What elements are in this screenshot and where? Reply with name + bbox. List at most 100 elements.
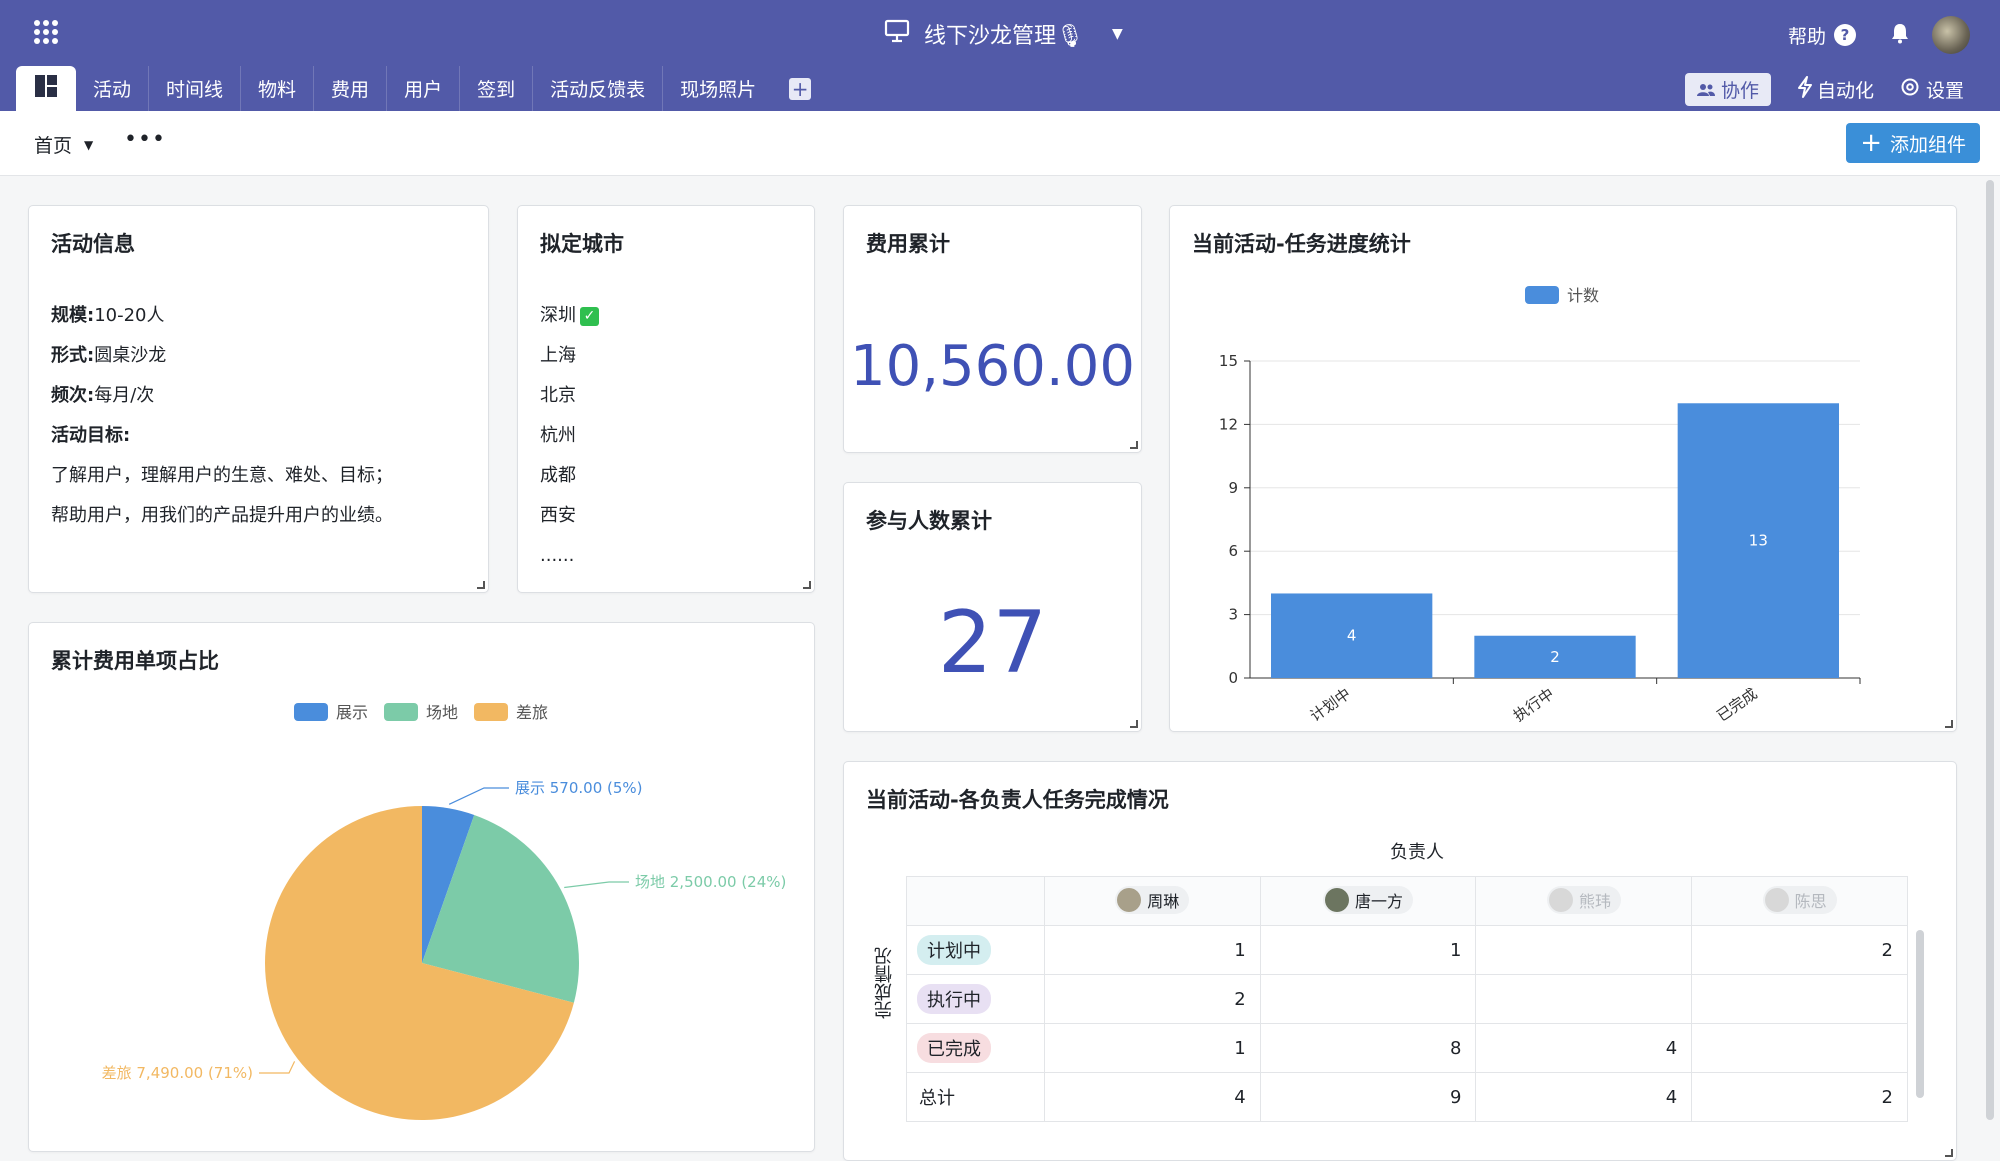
corner-cell — [906, 876, 1045, 926]
city-item: 上海 — [540, 345, 576, 366]
pie-leader-line — [448, 787, 509, 805]
resize-handle[interactable] — [1945, 1149, 1953, 1157]
table-cell: 2 — [1691, 1072, 1908, 1122]
legend-label: 计数 — [1567, 286, 1599, 305]
table-cell: 9 — [1259, 1072, 1477, 1122]
pie-leader-line — [564, 881, 629, 889]
top-right-actions: 帮助 ? — [1788, 16, 1970, 54]
people-total-value: 27 — [937, 593, 1048, 693]
table-cell: 1 — [1259, 925, 1477, 975]
app-title: 线下沙龙管理🎙 — [924, 24, 1084, 49]
legend-label: 展示 — [336, 703, 368, 722]
tab-activity[interactable]: 活动 — [76, 66, 150, 111]
resize-handle[interactable] — [477, 581, 485, 589]
legend-swatch — [474, 703, 508, 721]
info-row: 规模:10-20人 — [51, 305, 165, 326]
resize-handle[interactable] — [1945, 720, 1953, 728]
table-cell — [1691, 1023, 1908, 1073]
tab-materials[interactable]: 物料 — [241, 66, 315, 111]
help-button[interactable]: 帮助 ? — [1788, 22, 1856, 49]
table-cell: 2 — [1043, 974, 1261, 1024]
city-item: 成都 — [540, 465, 576, 486]
help-label: 帮助 — [1787, 25, 1826, 48]
collab-button[interactable]: 协作 — [1684, 73, 1771, 106]
goal-line: 帮助用户，用我们的产品提升用户的业绩。 — [51, 505, 393, 526]
tab-photos[interactable]: 现场照片 — [663, 66, 773, 111]
legend-swatch — [384, 703, 418, 721]
city-item: 深圳 ✓ — [540, 296, 599, 336]
pie-slice-label: 差旅 7,490.00 (71%) — [102, 1064, 253, 1082]
info-value: 圆桌沙龙 — [94, 345, 167, 366]
table-row: 执行中 2 — [906, 974, 1928, 1024]
tab-timeline[interactable]: 时间线 — [149, 66, 242, 111]
table-scrollbar[interactable] — [1916, 930, 1924, 1098]
apps-grid-icon[interactable] — [34, 20, 58, 44]
resize-handle[interactable] — [1130, 441, 1138, 449]
chevron-down-icon[interactable]: ▼ — [1112, 26, 1123, 42]
bar-chart: 计数 0 3 6 9 12 15 4 计划中 2 执行中 13 已完成 — [1219, 286, 1861, 726]
info-label: 规模 — [51, 305, 87, 326]
legend-swatch — [294, 703, 328, 721]
city-item: 西安 — [540, 505, 576, 526]
automation-button[interactable]: 自动化 — [1797, 76, 1874, 103]
info-value: 10-20人 — [94, 305, 165, 326]
lightning-icon — [1797, 76, 1813, 103]
person-avatar — [1764, 887, 1789, 912]
settings-button[interactable]: 设置 — [1900, 76, 1964, 103]
page-scrollbar[interactable] — [1986, 180, 1994, 1120]
resize-handle[interactable] — [1130, 720, 1138, 728]
app-title-area[interactable]: 线下沙龙管理🎙 ▼ — [884, 14, 1123, 54]
more-button[interactable]: ••• — [124, 127, 166, 152]
row-group-header: 完成情况 — [874, 947, 895, 1019]
info-row: 形式:圆桌沙龙 — [51, 345, 167, 366]
bar-value-label: 4 — [1347, 627, 1357, 645]
activity-info-card: 活动信息 规模:10-20人 形式:圆桌沙龙 频次:每月/次 活动目标: 了解用… — [28, 205, 489, 593]
expense-share-card: 累计费用单项占比 展示 场地 差旅 展示 570.00 (5%) 场地 2,500.00… — [28, 622, 815, 1152]
info-label: 形式 — [51, 345, 87, 366]
bell-icon[interactable] — [1890, 22, 1910, 49]
pivot-table: 周琳 唐一方 熊玮 陈思 计划中 1 1 2 执行中 2 已完成 1 8 4 总… — [906, 876, 1928, 1122]
resize-handle[interactable] — [803, 581, 811, 589]
card-title: 费用累计 — [866, 232, 950, 256]
cost-total-card: 费用累计 10,560.00 — [843, 205, 1142, 453]
page-selector[interactable]: 首页 ▼ — [34, 131, 93, 158]
pie-slice-label: 展示 570.00 (5%) — [515, 779, 643, 797]
table-row: 计划中 1 1 2 — [906, 925, 1928, 975]
info-value: 每月/次 — [94, 385, 155, 406]
tab-checkin[interactable]: 签到 — [460, 66, 534, 111]
card-title: 活动信息 — [51, 232, 135, 256]
row-header: 计划中 — [906, 925, 1045, 975]
legend-swatch — [1525, 286, 1559, 304]
y-tick-label: 15 — [1219, 352, 1238, 370]
tab-feedback[interactable]: 活动反馈表 — [533, 66, 664, 111]
status-chip: 已完成 — [917, 1033, 991, 1063]
table-total-row: 总计 4 9 4 2 — [906, 1072, 1928, 1122]
city-item: 杭州 — [540, 425, 576, 446]
plus-icon: + — [1860, 128, 1882, 158]
cost-total-value: 10,560.00 — [849, 334, 1135, 399]
pie-slice-label: 场地 2,500.00 (24%) — [635, 873, 786, 891]
add-widget-button[interactable]: + 添加组件 — [1846, 123, 1980, 163]
person-avatar — [1548, 887, 1573, 912]
scroll-gutter — [1907, 876, 1928, 926]
tab-expenses[interactable]: 费用 — [314, 66, 388, 111]
user-avatar[interactable] — [1932, 16, 1970, 54]
tab-dashboard[interactable] — [16, 66, 76, 111]
x-tick-label: 已完成 — [1713, 685, 1760, 726]
table-cell: 1 — [1043, 925, 1261, 975]
column-header: 熊玮 — [1475, 876, 1693, 926]
column-header: 唐一方 — [1259, 876, 1477, 926]
add-tab-button[interactable]: + — [789, 77, 812, 101]
info-label: 频次 — [51, 385, 87, 406]
table-cell — [1691, 974, 1908, 1024]
table-cell: 4 — [1043, 1072, 1261, 1122]
people-icon — [1696, 80, 1721, 102]
tab-users[interactable]: 用户 — [387, 66, 461, 111]
activity-info-body: 规模:10-20人 形式:圆桌沙龙 频次:每月/次 活动目标: 了解用户，理解用… — [51, 296, 393, 536]
caret-down-icon: ▼ — [84, 137, 94, 152]
settings-label: 设置 — [1925, 80, 1964, 102]
table-cell — [1475, 974, 1693, 1024]
status-chip: 执行中 — [917, 984, 991, 1014]
task-progress-card: 当前活动-任务进度统计 计数 0 3 6 9 12 15 4 计划中 2 执行中 13 已完成 — [1169, 205, 1957, 732]
city-item: 北京 — [540, 385, 576, 406]
